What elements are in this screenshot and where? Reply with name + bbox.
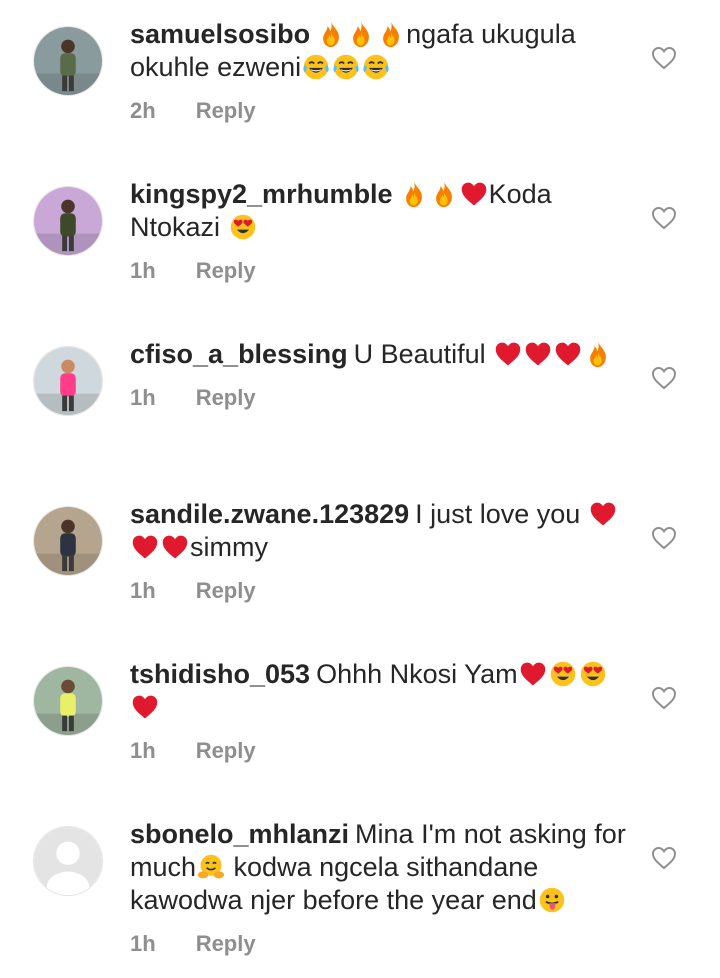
comment-body: kingspy2_mrhumble Koda Ntokazi 1h Reply bbox=[130, 178, 630, 284]
hugging-emoji-icon bbox=[197, 853, 225, 881]
joy-emoji-icon bbox=[332, 53, 360, 81]
heart-emoji-icon bbox=[519, 660, 547, 688]
joy-emoji-icon bbox=[302, 53, 330, 81]
reply-button[interactable]: Reply bbox=[196, 98, 256, 124]
heart-eyes-emoji-icon bbox=[549, 660, 577, 688]
timestamp: 1h bbox=[130, 931, 156, 956]
heart-emoji-icon bbox=[494, 340, 522, 368]
reply-button[interactable]: Reply bbox=[196, 578, 256, 604]
comment-meta: 1h Reply bbox=[130, 385, 630, 411]
comment-text: cfiso_a_blessing U Beautiful bbox=[130, 338, 630, 371]
heart-outline-icon[interactable] bbox=[651, 365, 677, 391]
reply-button[interactable]: Reply bbox=[196, 931, 256, 957]
heart-outline-icon[interactable] bbox=[651, 205, 677, 231]
username-link[interactable]: cfiso_a_blessing bbox=[130, 339, 348, 369]
comment-body: samuelsosibo ngafa ukugula okuhle ezweni 2… bbox=[130, 18, 630, 124]
comment-body: cfiso_a_blessing U Beautiful 1h Reply bbox=[130, 338, 630, 411]
comment-text: tshidisho_053 Ohhh Nkosi Yam bbox=[130, 658, 630, 724]
comment-text: sbonelo_mhlanzi Mina I'm not asking for m… bbox=[130, 818, 630, 917]
timestamp: 1h bbox=[130, 385, 156, 410]
username-link[interactable]: samuelsosibo bbox=[130, 19, 310, 49]
comment-body: sbonelo_mhlanzi Mina I'm not asking for m… bbox=[130, 818, 630, 957]
joy-emoji-icon bbox=[362, 53, 390, 81]
timestamp: 2h bbox=[130, 98, 156, 123]
heart-outline-icon[interactable] bbox=[651, 685, 677, 711]
reply-button[interactable]: Reply bbox=[196, 258, 256, 284]
comment-body: sandile.zwane.123829 I just love you simm… bbox=[130, 498, 630, 604]
avatar[interactable] bbox=[33, 346, 103, 416]
fire-emoji-icon bbox=[347, 20, 375, 48]
heart-outline-icon[interactable] bbox=[651, 845, 677, 871]
username-link[interactable]: kingspy2_mrhumble bbox=[130, 179, 393, 209]
comment-segment-text: Ohhh Nkosi Yam bbox=[316, 659, 518, 689]
comment-text: samuelsosibo ngafa ukugula okuhle ezweni bbox=[130, 18, 630, 84]
avatar[interactable] bbox=[33, 186, 103, 256]
comment-segment-text: U Beautiful bbox=[353, 339, 494, 369]
comment-text: kingspy2_mrhumble Koda Ntokazi bbox=[130, 178, 630, 244]
fire-emoji-icon bbox=[430, 180, 458, 208]
tongue-emoji-icon bbox=[538, 886, 566, 914]
username-link[interactable]: sandile.zwane.123829 bbox=[130, 499, 409, 529]
comment-meta: 1h Reply bbox=[130, 931, 630, 957]
comment-segment-text: simmy bbox=[190, 532, 268, 562]
avatar[interactable] bbox=[33, 26, 103, 96]
heart-emoji-icon bbox=[460, 180, 488, 208]
timestamp: 1h bbox=[130, 578, 156, 603]
comments-list: samuelsosibo ngafa ukugula okuhle ezweni 2… bbox=[0, 0, 720, 978]
username-link[interactable]: tshidisho_053 bbox=[130, 659, 310, 689]
timestamp: 1h bbox=[130, 258, 156, 283]
heart-eyes-emoji-icon bbox=[229, 213, 257, 241]
fire-emoji-icon bbox=[377, 20, 405, 48]
heart-emoji-icon bbox=[131, 533, 159, 561]
heart-outline-icon[interactable] bbox=[651, 525, 677, 551]
heart-eyes-emoji-icon bbox=[579, 660, 607, 688]
heart-emoji-icon bbox=[554, 340, 582, 368]
heart-emoji-icon bbox=[524, 340, 552, 368]
heart-emoji-icon bbox=[161, 533, 189, 561]
reply-button[interactable]: Reply bbox=[196, 738, 256, 764]
comment-meta: 2h Reply bbox=[130, 98, 630, 124]
timestamp: 1h bbox=[130, 738, 156, 763]
comment-segment-text: I just love you bbox=[415, 499, 588, 529]
username-link[interactable]: sbonelo_mhlanzi bbox=[130, 819, 349, 849]
avatar[interactable] bbox=[33, 506, 103, 576]
comment-body: tshidisho_053 Ohhh Nkosi Yam 1h Reply bbox=[130, 658, 630, 764]
reply-button[interactable]: Reply bbox=[196, 385, 256, 411]
fire-emoji-icon bbox=[584, 340, 612, 368]
comment-text: sandile.zwane.123829 I just love you simm… bbox=[130, 498, 630, 564]
fire-emoji-icon bbox=[317, 20, 345, 48]
avatar[interactable] bbox=[33, 826, 103, 896]
comment-meta: 1h Reply bbox=[130, 738, 630, 764]
heart-emoji-icon bbox=[131, 693, 159, 721]
comment-meta: 1h Reply bbox=[130, 258, 630, 284]
heart-outline-icon[interactable] bbox=[651, 45, 677, 71]
comment-meta: 1h Reply bbox=[130, 578, 630, 604]
avatar[interactable] bbox=[33, 666, 103, 736]
fire-emoji-icon bbox=[400, 180, 428, 208]
heart-emoji-icon bbox=[589, 500, 617, 528]
